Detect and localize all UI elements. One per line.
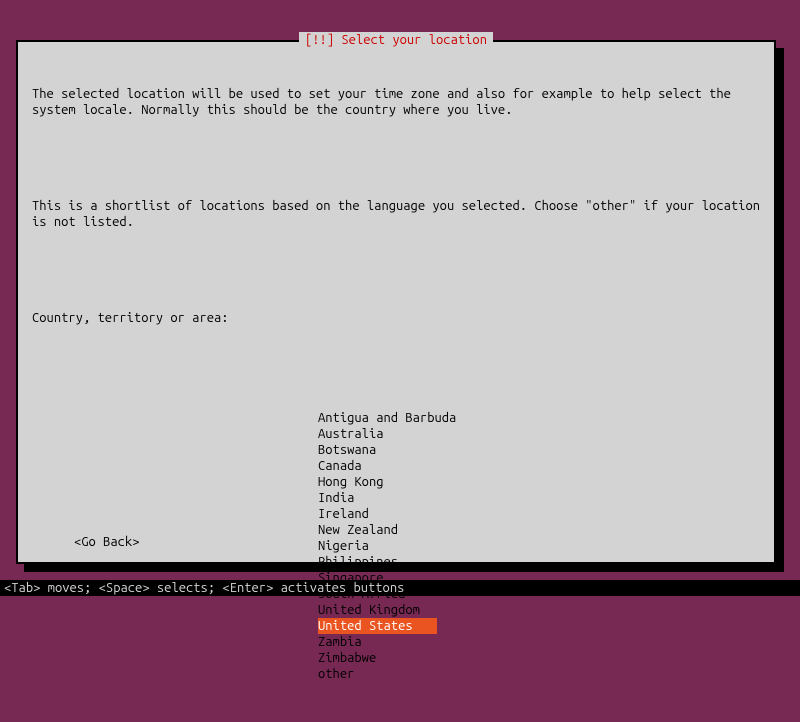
- location-option[interactable]: Botswana: [318, 442, 760, 458]
- paragraph-2: This is a shortlist of locations based o…: [32, 198, 760, 230]
- location-option[interactable]: Canada: [318, 458, 760, 474]
- dialog-title-wrap: [!!] Select your location: [18, 32, 774, 48]
- spacer: [32, 150, 760, 166]
- go-back-button[interactable]: <Go Back>: [74, 534, 140, 550]
- location-dialog: [!!] Select your location The selected l…: [16, 40, 776, 564]
- location-list[interactable]: Antigua and BarbudaAustraliaBotswanaCana…: [318, 410, 760, 682]
- location-option[interactable]: other: [318, 666, 760, 682]
- spacer: [32, 358, 760, 374]
- location-option[interactable]: Zambia: [318, 634, 760, 650]
- dialog-content: The selected location will be used to se…: [18, 42, 774, 722]
- location-option[interactable]: Antigua and Barbuda: [318, 410, 760, 426]
- location-option[interactable]: Zimbabwe: [318, 650, 760, 666]
- paragraph-1: The selected location will be used to se…: [32, 86, 760, 118]
- dialog-title: [!!] Select your location: [299, 32, 493, 48]
- location-option[interactable]: India: [318, 490, 760, 506]
- location-option[interactable]: Philippines: [318, 554, 760, 570]
- spacer: [32, 262, 760, 278]
- location-option[interactable]: Nigeria: [318, 538, 760, 554]
- location-option[interactable]: Hong Kong: [318, 474, 760, 490]
- location-option[interactable]: New Zealand: [318, 522, 760, 538]
- location-option[interactable]: United States: [318, 618, 437, 634]
- location-option[interactable]: United Kingdom: [318, 602, 760, 618]
- help-bar: <Tab> moves; <Space> selects; <Enter> ac…: [0, 580, 800, 596]
- location-option[interactable]: Ireland: [318, 506, 760, 522]
- location-option[interactable]: Australia: [318, 426, 760, 442]
- prompt-label: Country, territory or area:: [32, 310, 760, 326]
